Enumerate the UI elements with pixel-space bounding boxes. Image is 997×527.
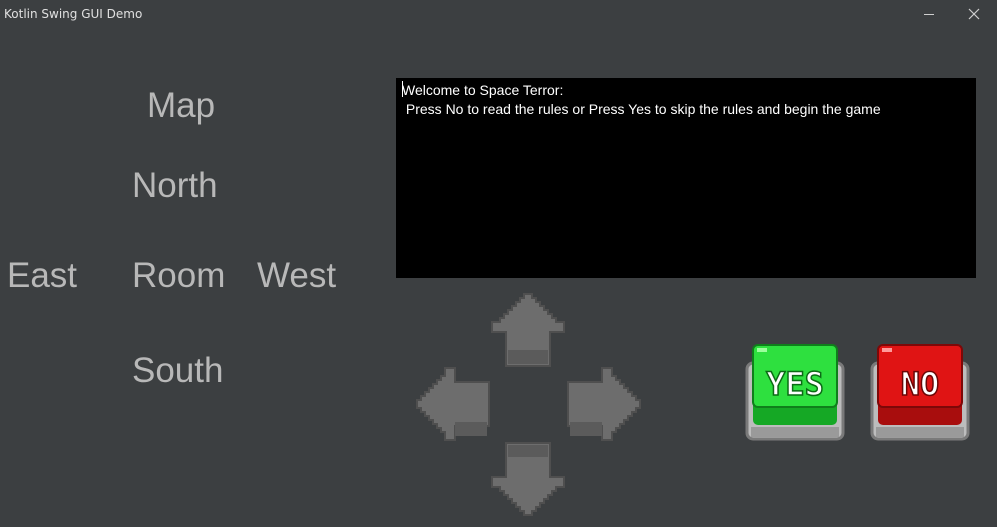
move-left-button[interactable]: [415, 366, 491, 442]
no-button[interactable]: NO: [870, 341, 970, 448]
yes-label: YES: [766, 365, 824, 403]
map-west-label: West: [257, 256, 337, 295]
arrow-up-icon: [491, 293, 565, 367]
console-line-2: Press No to read the rules or Press Yes …: [402, 101, 881, 117]
map-north-label: North: [132, 166, 218, 205]
close-button[interactable]: [951, 0, 997, 28]
console-line-1: Welcome to Space Terror:: [402, 82, 564, 98]
console-output[interactable]: Welcome to Space Terror: Press No to rea…: [396, 78, 976, 278]
minimize-button[interactable]: [906, 0, 952, 28]
arrow-left-icon: [416, 367, 490, 441]
window-title: Kotlin Swing GUI Demo: [4, 7, 143, 21]
arrow-down-icon: [491, 442, 565, 516]
move-right-button[interactable]: [566, 366, 642, 442]
arrow-right-icon: [567, 367, 641, 441]
map-south-label: South: [132, 351, 224, 390]
map-east-label: East: [7, 256, 78, 295]
text-caret: [402, 81, 403, 97]
close-icon: [968, 8, 980, 20]
map-heading: Map: [147, 86, 216, 125]
move-up-button[interactable]: [490, 292, 566, 368]
move-down-button[interactable]: [490, 441, 566, 519]
title-bar: Kotlin Swing GUI Demo: [0, 0, 997, 28]
yes-button[interactable]: YES: [745, 341, 845, 448]
minimize-icon: [924, 14, 934, 15]
map-room-label: Room: [132, 256, 226, 295]
no-label: NO: [901, 365, 940, 403]
